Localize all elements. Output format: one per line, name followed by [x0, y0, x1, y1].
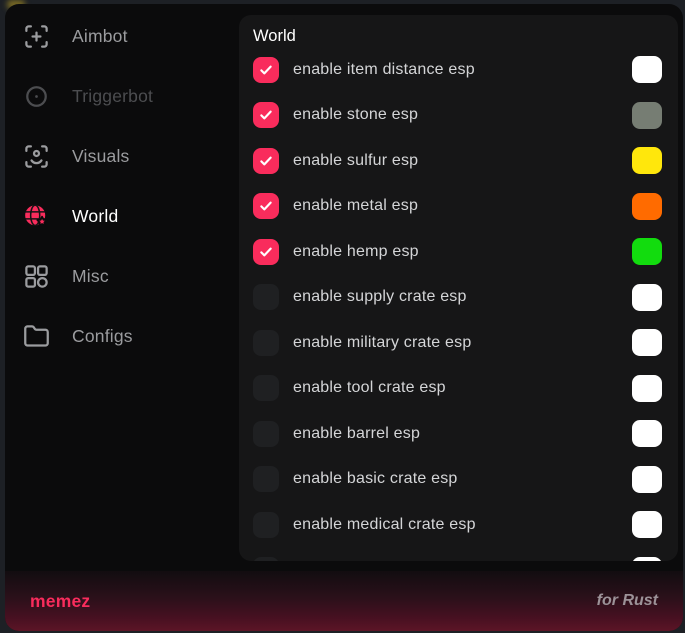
checkbox-enable-hemp-esp[interactable]: [253, 239, 279, 265]
esp-row: enable barrel esp: [253, 411, 662, 457]
color-swatch-enable-sulfur-esp[interactable]: [632, 147, 662, 174]
checkbox-enable-military-crate-esp[interactable]: [253, 330, 279, 356]
sidebar-item-label: Visuals: [72, 146, 130, 167]
checkbox-enable-sulfur-esp[interactable]: [253, 148, 279, 174]
esp-row-label: enable medical crate esp: [293, 516, 632, 534]
sidebar-item-configs[interactable]: Configs: [5, 306, 239, 366]
color-swatch-enable-medical-crate-esp[interactable]: [632, 511, 662, 538]
sidebar-item-label: Misc: [72, 266, 109, 287]
checkbox-partial[interactable]: [253, 557, 279, 561]
esp-row: enable sulfur esp: [253, 138, 662, 184]
color-swatch-partial[interactable]: [632, 557, 662, 561]
esp-row: enable supply crate esp: [253, 275, 662, 321]
world-globe-icon: [22, 202, 50, 230]
sidebar-item-world[interactable]: World: [5, 186, 239, 246]
esp-row: enable metal esp: [253, 184, 662, 230]
panel-title: World: [253, 25, 662, 47]
esp-row-label: enable item distance esp: [293, 61, 632, 79]
triggerbot-circle-icon: [22, 82, 50, 110]
checkmark-icon: [258, 62, 274, 78]
color-swatch-enable-basic-crate-esp[interactable]: [632, 466, 662, 493]
misc-shapes-icon: [22, 262, 50, 290]
checkbox-enable-tool-crate-esp[interactable]: [253, 375, 279, 401]
checkbox-enable-barrel-esp[interactable]: [253, 421, 279, 447]
sidebar-item-label: World: [72, 206, 118, 227]
cheat-menu-window: Aimbot Triggerbot Visuals: [5, 4, 683, 631]
sidebar-item-visuals[interactable]: Visuals: [5, 126, 239, 186]
brand-for-rust: for Rust: [597, 592, 658, 610]
esp-options-list: enable item distance esp enable stone esp…: [253, 47, 662, 561]
esp-row-label: enable hemp esp: [293, 243, 632, 261]
checkmark-icon: [258, 107, 274, 123]
aimbot-crosshair-icon: [22, 22, 50, 50]
color-swatch-enable-item-distance-esp[interactable]: [632, 56, 662, 83]
color-swatch-enable-hemp-esp[interactable]: [632, 238, 662, 265]
color-swatch-enable-metal-esp[interactable]: [632, 193, 662, 220]
checkmark-icon: [258, 198, 274, 214]
world-panel: World enable item distance esp enable sto…: [239, 15, 678, 561]
checkmark-icon: [258, 153, 274, 169]
esp-row-label: enable metal esp: [293, 197, 632, 215]
sidebar: Aimbot Triggerbot Visuals: [5, 6, 239, 366]
esp-row: enable military crate esp: [253, 320, 662, 366]
checkmark-icon: [258, 244, 274, 260]
color-swatch-enable-tool-crate-esp[interactable]: [632, 375, 662, 402]
sidebar-item-label: Configs: [72, 326, 133, 347]
checkbox-enable-stone-esp[interactable]: [253, 102, 279, 128]
sidebar-item-triggerbot[interactable]: Triggerbot: [5, 66, 239, 126]
brand-memez: memez: [30, 591, 90, 612]
esp-row-label: enable basic crate esp: [293, 470, 632, 488]
esp-row: enable hemp esp: [253, 229, 662, 275]
esp-row: enable medical crate esp: [253, 502, 662, 548]
checkbox-enable-medical-crate-esp[interactable]: [253, 512, 279, 538]
esp-row: enable stone esp: [253, 93, 662, 139]
esp-row: enable basic crate esp: [253, 457, 662, 503]
checkbox-enable-item-distance-esp[interactable]: [253, 57, 279, 83]
esp-row-label: enable supply crate esp: [293, 288, 632, 306]
checkbox-enable-metal-esp[interactable]: [253, 193, 279, 219]
esp-row-label: enable tool crate esp: [293, 379, 632, 397]
checkbox-enable-basic-crate-esp[interactable]: [253, 466, 279, 492]
sidebar-item-aimbot[interactable]: Aimbot: [5, 6, 239, 66]
color-swatch-enable-military-crate-esp[interactable]: [632, 329, 662, 356]
color-swatch-enable-barrel-esp[interactable]: [632, 420, 662, 447]
esp-row-label: enable sulfur esp: [293, 152, 632, 170]
checkbox-enable-supply-crate-esp[interactable]: [253, 284, 279, 310]
color-swatch-enable-stone-esp[interactable]: [632, 102, 662, 129]
esp-row-label: enable military crate esp: [293, 334, 632, 352]
esp-row-label: enable stone esp: [293, 106, 632, 124]
esp-row: [253, 548, 662, 562]
configs-folder-icon: [22, 322, 50, 350]
sidebar-item-label: Triggerbot: [72, 86, 153, 107]
color-swatch-enable-supply-crate-esp[interactable]: [632, 284, 662, 311]
footer: memez for Rust: [5, 571, 683, 631]
esp-row-label: enable barrel esp: [293, 425, 632, 443]
esp-row: enable item distance esp: [253, 47, 662, 93]
sidebar-item-label: Aimbot: [72, 26, 128, 47]
visuals-face-scan-icon: [22, 142, 50, 170]
esp-row: enable tool crate esp: [253, 366, 662, 412]
sidebar-item-misc[interactable]: Misc: [5, 246, 239, 306]
